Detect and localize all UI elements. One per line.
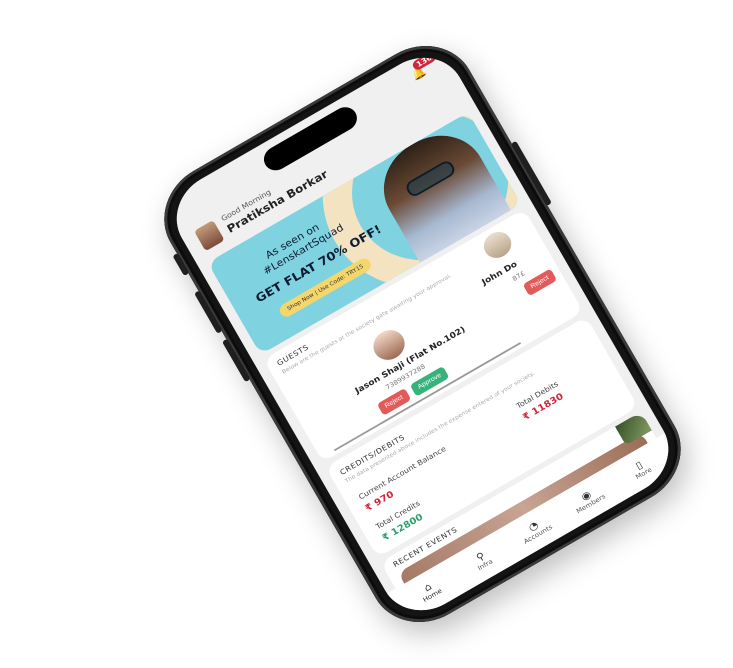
guest-phone: 87£ xyxy=(511,269,527,283)
phone-frame: 🔔 136 Good Morning Pratiksha Borkar As s… xyxy=(145,26,700,642)
user-avatar[interactable] xyxy=(193,219,225,252)
guest-name: John Do xyxy=(480,260,520,288)
action-button xyxy=(172,252,190,277)
app-screen: 🔔 136 Good Morning Pratiksha Borkar As s… xyxy=(161,41,684,627)
notifications-button[interactable]: 🔔 136 xyxy=(409,50,438,82)
reject-button[interactable]: Reject xyxy=(522,268,557,297)
reject-button[interactable]: Reject xyxy=(376,388,412,416)
